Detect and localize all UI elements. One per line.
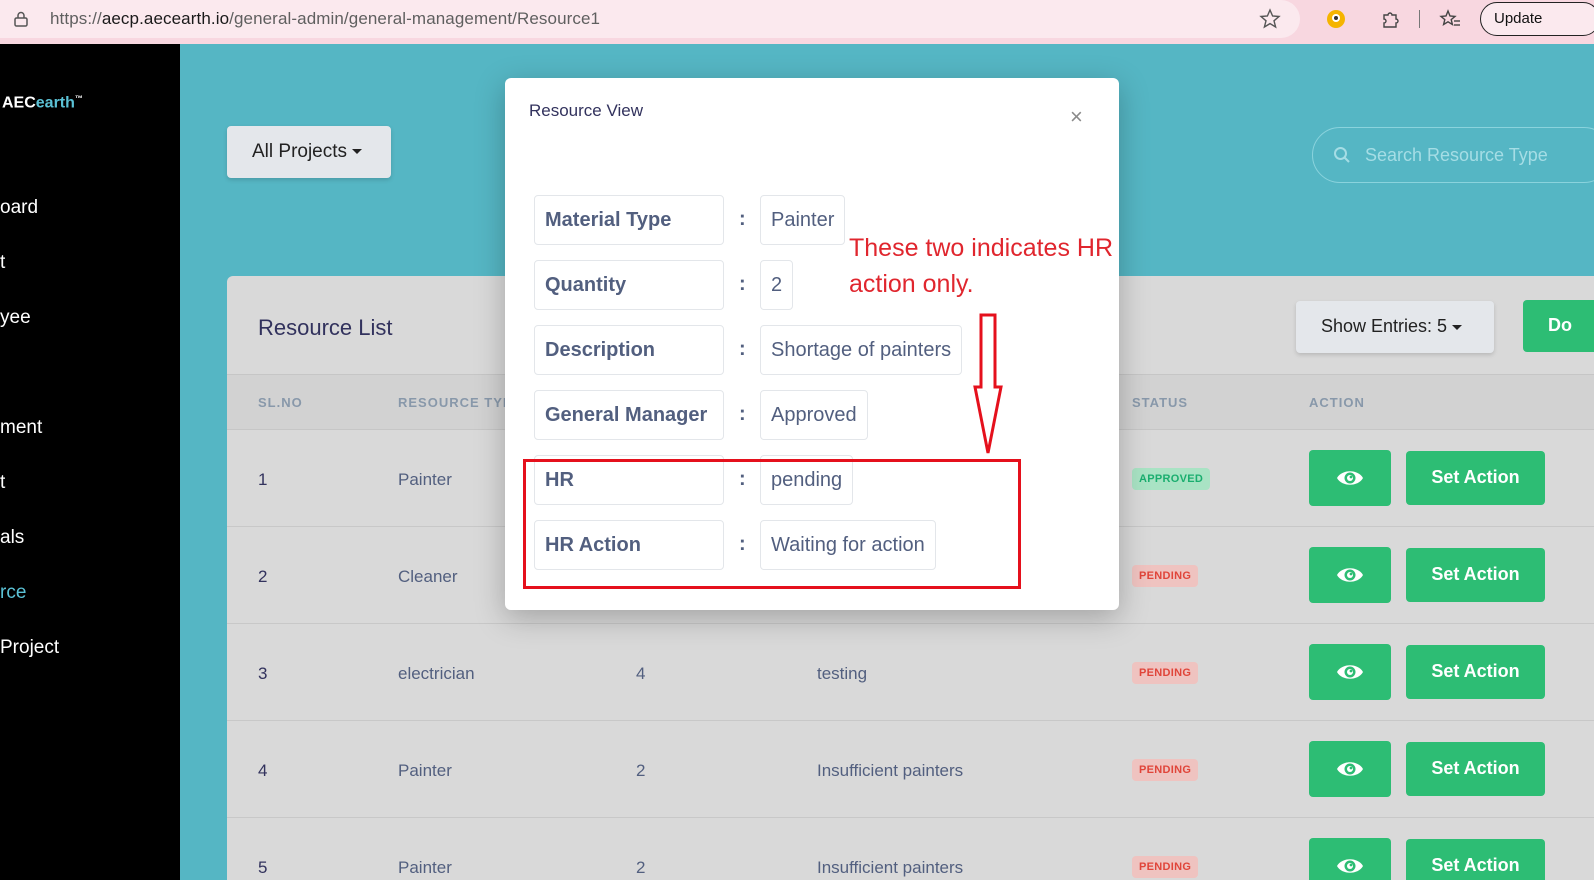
- sidebar-item-5[interactable]: t: [0, 472, 5, 494]
- cell-description: testing: [817, 664, 868, 683]
- view-button[interactable]: [1309, 741, 1391, 797]
- view-button[interactable]: [1309, 450, 1391, 506]
- cell-resource-type: Painter: [398, 470, 452, 489]
- table-row: 4 Painter 2 Insufficient painters PENDING Set…: [227, 721, 1594, 818]
- annotation-note: These two indicates HR action only.: [849, 234, 1114, 298]
- extension-avatar-icon[interactable]: [1325, 8, 1347, 30]
- cell-resource-type: Painter: [398, 761, 452, 780]
- annotation-highlight-box: [523, 459, 1021, 589]
- logo: AECearth™: [2, 94, 83, 112]
- caret-down-icon: [352, 149, 363, 155]
- header-slno: SL.NO: [258, 395, 303, 410]
- card-title: Resource List: [258, 315, 393, 340]
- eye-icon: [1337, 665, 1363, 679]
- download-button[interactable]: Do: [1523, 300, 1594, 352]
- extensions-puzzle-icon[interactable]: [1379, 8, 1401, 30]
- cell-quantity: 2: [636, 761, 646, 780]
- modal-title: Resource View: [529, 101, 644, 120]
- lock-icon: [14, 11, 28, 27]
- url-text[interactable]: https://aecp.aecearth.io/general-admin/g…: [50, 9, 600, 29]
- set-action-button[interactable]: Set Action: [1406, 742, 1545, 796]
- view-button[interactable]: [1309, 838, 1391, 880]
- status-badge: PENDING: [1132, 662, 1199, 684]
- field-label: General Manager: [534, 390, 724, 440]
- show-entries-dropdown[interactable]: Show Entries: 5: [1296, 301, 1494, 353]
- field-colon: :: [739, 338, 746, 360]
- status-badge: APPROVED: [1132, 468, 1211, 490]
- field-colon: :: [739, 273, 746, 295]
- annotation-arrow-icon: [973, 313, 1003, 454]
- close-icon[interactable]: ×: [1070, 106, 1083, 128]
- caret-down-icon: [1452, 324, 1463, 330]
- view-button[interactable]: [1309, 644, 1391, 700]
- header-status: STATUS: [1132, 395, 1189, 410]
- field-colon: :: [739, 403, 746, 425]
- field-value: Painter: [760, 195, 846, 245]
- sidebar-item-employee[interactable]: yee: [0, 307, 31, 329]
- field-value: 2: [760, 260, 794, 310]
- eye-icon: [1337, 762, 1363, 776]
- cell-slno: 1: [258, 470, 268, 489]
- eye-icon: [1337, 471, 1363, 485]
- status-badge: PENDING: [1132, 759, 1199, 781]
- cell-description: Insufficient painters: [817, 858, 964, 877]
- search-input[interactable]: [1365, 142, 1594, 168]
- cell-slno: 3: [258, 664, 268, 683]
- favorites-icon[interactable]: [1439, 8, 1461, 30]
- status-badge: PENDING: [1132, 565, 1199, 587]
- field-label: Material Type: [534, 195, 724, 245]
- set-action-button[interactable]: Set Action: [1406, 645, 1545, 699]
- table-row: 5 Painter 2 Insufficient painters PENDING Set…: [227, 818, 1594, 880]
- sidebar-item-management[interactable]: ment: [0, 417, 42, 439]
- address-bar[interactable]: https://aecp.aecearth.io/general-admin/g…: [0, 0, 1300, 38]
- bookmark-star-icon[interactable]: [1259, 8, 1281, 30]
- all-projects-dropdown[interactable]: All Projects: [227, 126, 391, 178]
- cell-quantity: 4: [636, 664, 646, 683]
- field-label: Description: [534, 325, 724, 375]
- table-row: 3 electrician 4 testing PENDING Set Action: [227, 624, 1594, 721]
- cell-slno: 5: [258, 858, 268, 877]
- cell-resource-type: Cleaner: [398, 567, 458, 586]
- field-value: Shortage of painters: [760, 325, 963, 375]
- eye-icon: [1337, 568, 1363, 582]
- sidebar: AECearth™ oard t yee ment t als rce Proj…: [0, 44, 180, 880]
- sidebar-item-materials[interactable]: als: [0, 527, 24, 549]
- toolbar-divider: [1419, 10, 1420, 28]
- cell-slno: 2: [258, 567, 268, 586]
- browser-toolbar: https://aecp.aecearth.io/general-admin/g…: [0, 0, 1594, 44]
- field-label: Quantity: [534, 260, 724, 310]
- sidebar-item-2[interactable]: t: [0, 252, 5, 274]
- cell-slno: 4: [258, 761, 268, 780]
- update-button[interactable]: Update: [1480, 2, 1594, 36]
- sidebar-item-dashboard[interactable]: oard: [0, 197, 38, 219]
- field-colon: :: [739, 208, 746, 230]
- set-action-button[interactable]: Set Action: [1406, 451, 1545, 505]
- search-icon: [1334, 147, 1350, 163]
- cell-quantity: 2: [636, 858, 646, 877]
- field-value: Approved: [760, 390, 868, 440]
- cell-resource-type: electrician: [398, 664, 475, 683]
- view-button[interactable]: [1309, 547, 1391, 603]
- sidebar-item-project[interactable]: Project: [0, 637, 59, 659]
- sidebar-item-resource[interactable]: rce: [0, 582, 26, 604]
- cell-description: Insufficient painters: [817, 761, 964, 780]
- search-box[interactable]: [1312, 127, 1594, 183]
- set-action-button[interactable]: Set Action: [1406, 839, 1545, 880]
- status-badge: PENDING: [1132, 856, 1199, 878]
- set-action-button[interactable]: Set Action: [1406, 548, 1545, 602]
- header-action: ACTION: [1309, 395, 1365, 410]
- header-resource-type: RESOURCE TYP: [398, 395, 513, 410]
- eye-icon: [1337, 859, 1363, 873]
- cell-resource-type: Painter: [398, 858, 452, 877]
